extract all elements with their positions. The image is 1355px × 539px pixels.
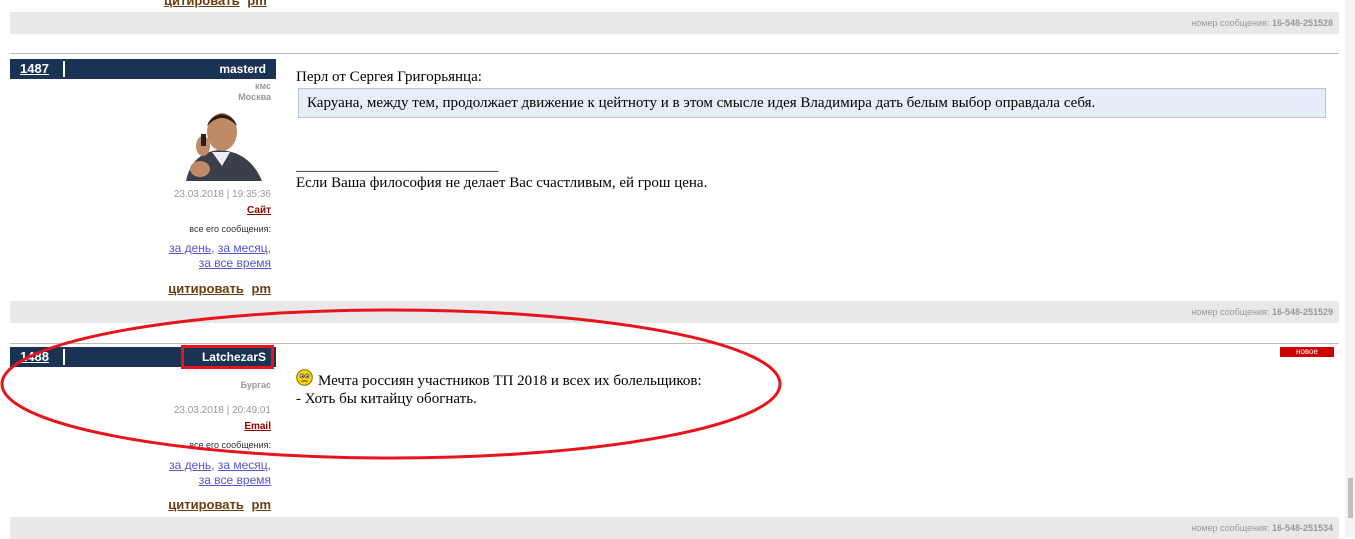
scrollbar[interactable] [1345, 0, 1355, 537]
scrollbar-thumb[interactable] [1348, 478, 1353, 518]
annotation-ellipse [0, 308, 782, 460]
